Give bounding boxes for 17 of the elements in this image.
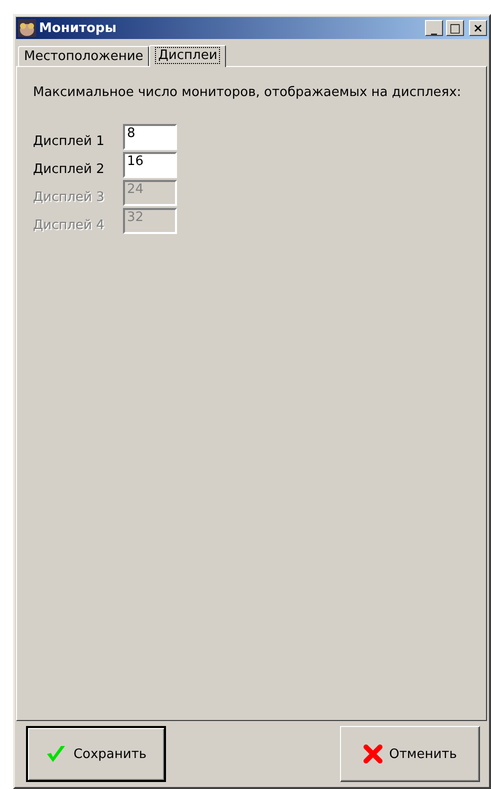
minimize-button[interactable]: _ [425,20,443,36]
window-title: Мониторы [39,20,118,36]
tab[interactable]: Дисплеи [149,45,226,67]
field-label: Дисплей 2 [33,160,106,176]
save-button[interactable]: Сохранить [26,726,166,782]
close-icon [363,744,384,764]
close-button[interactable]: × [469,20,487,36]
input-field[interactable]: 8 [123,124,177,150]
field-label: Дисплей 1 [33,132,106,148]
heading: Максимальное число мониторов, отображаемых на дисплеях: [33,85,462,100]
field-label: Дисплей 4 [33,216,106,232]
maximize-button[interactable]: □ [446,20,464,36]
input-field[interactable]: 16 [123,152,177,178]
field-label: Дисплей 3 [33,188,106,204]
app-icon [18,19,36,37]
cancel-button[interactable]: Отменить [340,726,480,782]
tab[interactable]: Местоположение [18,46,150,66]
